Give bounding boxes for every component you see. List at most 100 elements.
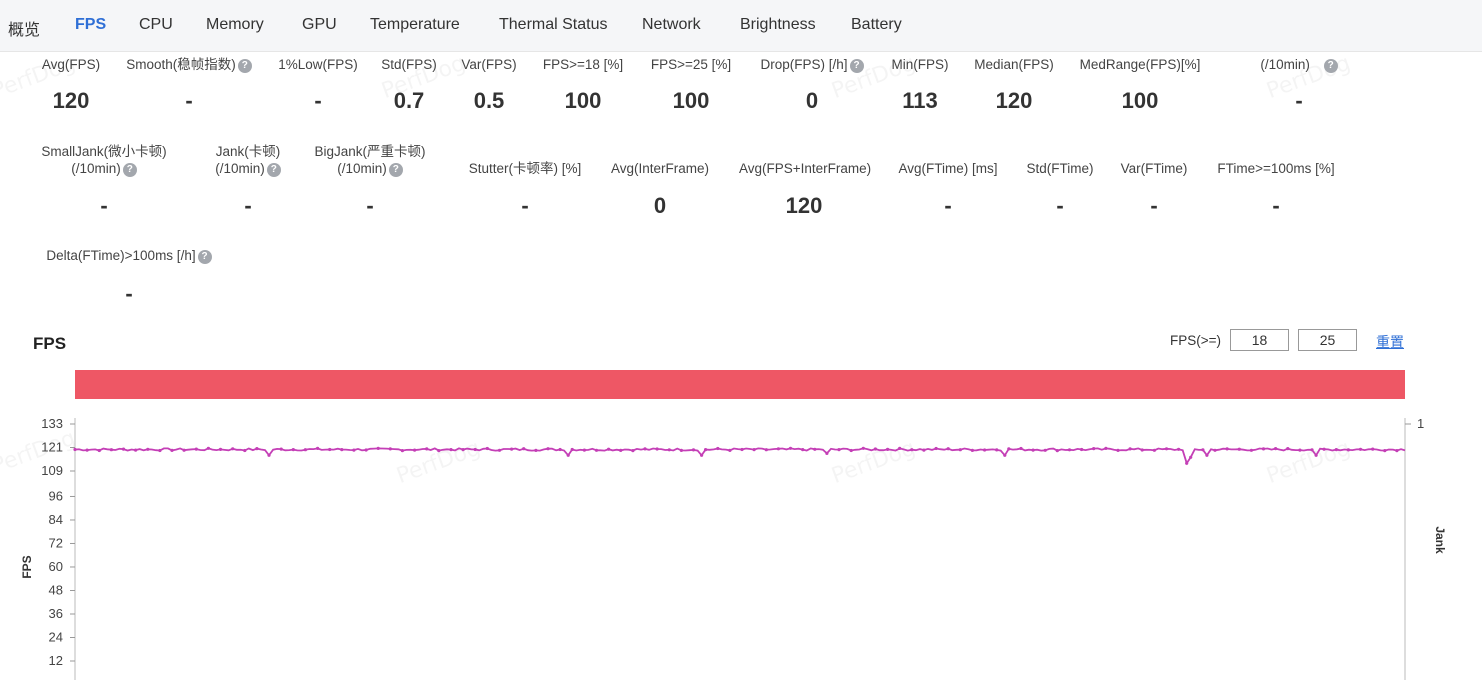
fps-data-point — [558, 447, 562, 452]
y2-tick-label: 1 — [1417, 416, 1424, 431]
fps-data-point — [279, 447, 283, 451]
fps-data-point — [1019, 446, 1023, 451]
tab-brightness[interactable]: Brightness — [740, 16, 816, 34]
metric-stutter: Stutter(卡顿率) [%] - — [460, 160, 590, 218]
fps-data-point — [485, 446, 489, 451]
y-tick-label: 72 — [49, 535, 63, 550]
fps-data-point — [1116, 448, 1120, 452]
y-tick-label: 12 — [49, 653, 63, 668]
tab-temperature[interactable]: Temperature — [370, 16, 460, 34]
y-tick-label: 109 — [41, 463, 63, 478]
fps-data-point — [1383, 449, 1387, 453]
fps-data-point — [1177, 447, 1181, 451]
metric-big-jank: BigJank(严重卡顿) (/10min)? - — [305, 143, 435, 218]
metric-medrange-fps: MedRange(FPS)[%] 100 — [1075, 56, 1205, 113]
fps-series-line — [74, 447, 1406, 466]
fps-data-point — [1140, 448, 1144, 452]
fps-data-point — [1298, 448, 1302, 452]
fps-data-point — [764, 448, 768, 452]
y-tick-label: 133 — [41, 416, 63, 431]
tab-thermal-status[interactable]: Thermal Status — [499, 16, 607, 34]
fps-data-point — [364, 448, 368, 452]
metric-value: 120 — [52, 88, 90, 113]
fps-data-point — [291, 448, 295, 452]
fps-data-point — [643, 447, 647, 451]
metric-avg-ftime: Avg(FTime) [ms] - — [883, 160, 1013, 218]
fps-data-point — [170, 448, 174, 452]
y-tick-label: 36 — [49, 606, 63, 621]
help-icon[interactable]: ? — [1323, 59, 1338, 73]
metric-label: SmallJank(微小卡顿) — [41, 144, 167, 159]
help-icon[interactable]: ? — [122, 163, 137, 177]
fps-data-point — [1205, 453, 1209, 457]
watermark: PerfDog — [828, 436, 918, 489]
metric-smooth: Smooth(稳帧指数)? - — [124, 56, 254, 113]
fps-data-point — [1080, 447, 1084, 452]
fps-data-point — [1164, 447, 1169, 451]
fps-data-point — [582, 448, 587, 452]
tab-overview[interactable]: 概览 — [8, 16, 40, 40]
metric-label: FPS>=25 [%] — [650, 57, 732, 72]
fps-data-point — [946, 447, 950, 451]
fps-data-point — [146, 447, 150, 451]
help-icon[interactable]: ? — [197, 250, 212, 264]
fps-data-point — [546, 447, 550, 451]
fps-data-point — [740, 447, 744, 452]
fps-data-point — [1274, 447, 1278, 451]
threshold-input-1[interactable] — [1230, 329, 1289, 351]
metric-label: Avg(FPS+InterFrame) — [739, 161, 872, 176]
tab-memory[interactable]: Memory — [206, 16, 264, 34]
help-icon[interactable]: ? — [388, 163, 403, 177]
fps-data-point — [1310, 448, 1314, 452]
metric-var-ftime: Var(FTime) - — [1089, 160, 1219, 218]
fps-data-point — [910, 448, 914, 452]
metric-value: - — [125, 281, 133, 306]
tab-battery[interactable]: Battery — [851, 16, 902, 34]
reset-link[interactable]: 重置 — [1376, 332, 1404, 352]
fps-data-point — [619, 448, 623, 452]
watermark: PerfDog — [0, 426, 79, 479]
fps-data-point — [728, 448, 732, 452]
fps-data-point — [1031, 448, 1035, 452]
fps-data-point — [1358, 447, 1363, 451]
fps-data-point — [316, 446, 320, 450]
fps-data-point — [1225, 447, 1229, 451]
metric-label: Avg(FPS) — [41, 57, 101, 72]
metric-label: MedRange(FPS)[%] — [1079, 57, 1201, 72]
tab-gpu[interactable]: GPU — [302, 16, 337, 34]
fps-data-point — [898, 446, 902, 450]
fps-data-point — [400, 449, 404, 453]
fps-data-point — [267, 453, 271, 457]
fps-data-point — [849, 448, 853, 453]
fps-data-point — [1237, 447, 1241, 451]
metric-value: - — [1295, 88, 1303, 113]
metric-label: Median(FPS) — [974, 57, 1054, 72]
fps-data-point — [1201, 448, 1205, 452]
threshold-input-2[interactable] — [1298, 329, 1357, 351]
fps-data-point — [1314, 453, 1318, 457]
metric-label: BigJank(严重卡顿) — [314, 144, 426, 159]
metric-label: (/10min) — [1260, 57, 1310, 72]
help-icon[interactable]: ? — [266, 163, 281, 177]
metric-label-sub: (/10min) — [71, 161, 121, 176]
fps-data-point — [922, 448, 926, 452]
fps-data-point — [607, 447, 611, 451]
metric-value: 100 — [1121, 88, 1159, 113]
metric-small-jank: SmallJank(微小卡顿) (/10min)? - — [39, 143, 169, 218]
metric-delta-ftime: Delta(FTime)>100ms [/h]? - — [44, 247, 214, 306]
metric-value: - — [1272, 193, 1280, 218]
y-tick-label: 121 — [41, 440, 63, 455]
help-icon[interactable]: ? — [237, 59, 252, 73]
metric-label: Var(FTime) — [1120, 161, 1188, 176]
fps-data-point — [231, 447, 235, 451]
fps-data-point — [1055, 449, 1059, 453]
fps-data-point — [73, 447, 77, 452]
fps-data-point — [534, 448, 538, 452]
fps-data-point — [522, 447, 526, 451]
fps-data-point — [1371, 447, 1375, 451]
tab-network[interactable]: Network — [642, 16, 701, 34]
tab-cpu[interactable]: CPU — [139, 16, 173, 34]
fps-data-point — [206, 446, 210, 450]
fps-data-point — [801, 448, 805, 452]
tab-fps[interactable]: FPS — [75, 16, 106, 34]
